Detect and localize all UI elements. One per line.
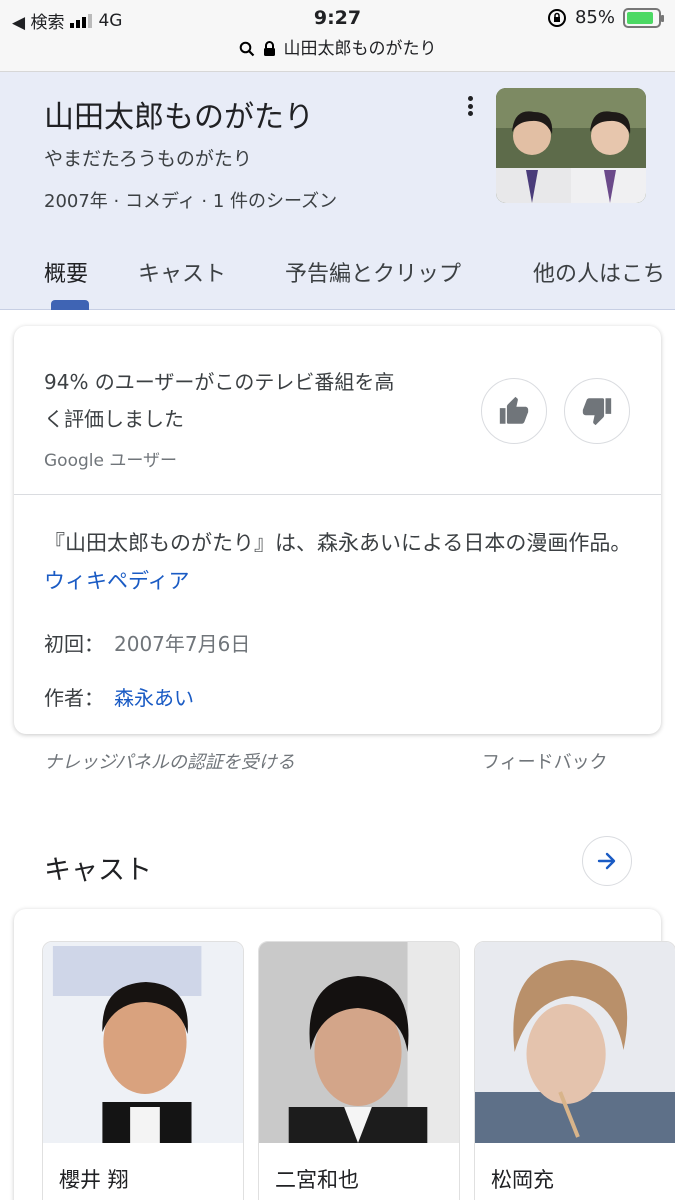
- search-icon: [239, 41, 254, 57]
- thumbs-up-icon: [499, 396, 529, 424]
- cast-photo: [43, 942, 243, 1143]
- cast-section-title: キャスト: [44, 855, 152, 886]
- cast-more-button[interactable]: [582, 836, 632, 886]
- thumbs-up-button[interactable]: [481, 378, 547, 444]
- page-title: 山田太郎ものがたり: [44, 100, 314, 135]
- fact-author: 作者： 森永あい: [44, 682, 194, 711]
- wikipedia-link[interactable]: ウィキペディア: [44, 569, 190, 593]
- cast-photo: [475, 942, 675, 1143]
- cast-member[interactable]: 櫻井 翔: [42, 941, 244, 1200]
- rating-source: Google ユーザー: [44, 451, 178, 471]
- tab-overview[interactable]: 概要: [44, 256, 88, 288]
- author-link[interactable]: 森永あい: [114, 686, 194, 710]
- card-divider: [14, 494, 661, 495]
- tab-people-also-search[interactable]: 他の人はこち: [533, 256, 665, 288]
- tab-cast[interactable]: キャスト: [138, 256, 226, 288]
- overview-card: 94% のユーザーがこのテレビ番組を高く評価しました Google ユーザー 『…: [14, 326, 661, 734]
- fact-label: 作者：: [44, 686, 104, 710]
- feedback-link[interactable]: フィードバック: [482, 748, 608, 778]
- fact-premiere: 初回： 2007年7月6日: [44, 628, 250, 657]
- tab-trailers-clips[interactable]: 予告編とクリップ: [285, 256, 461, 288]
- more-options-icon[interactable]: [458, 94, 482, 118]
- status-bar: ◀ 検索 4G 9:27 85%: [0, 0, 675, 36]
- url-bar[interactable]: 山田太郎ものがたり: [0, 36, 675, 72]
- claim-panel-link[interactable]: ナレッジパネルの認証を受ける: [44, 748, 344, 778]
- cast-name: 櫻井 翔: [59, 1168, 129, 1192]
- cast-name: 二宮和也: [275, 1168, 359, 1192]
- cast-photo: [259, 942, 459, 1143]
- cast-name: 松岡充: [491, 1168, 554, 1192]
- knowledge-panel-header: 山田太郎ものがたり やまだたろうものがたり 2007年 · コメディ · 1 件…: [0, 72, 675, 310]
- lock-icon: [263, 41, 275, 56]
- tab-bar: 概要 キャスト 予告編とクリップ 他の人はこち: [0, 252, 675, 310]
- show-description: 『山田太郎ものがたり』は、森永あいによる日本の漫画作品。 ウィキペディア: [44, 524, 634, 600]
- fact-label: 初回：: [44, 632, 104, 656]
- cast-member[interactable]: 松岡充: [474, 941, 675, 1200]
- audience-rating: 94% のユーザーがこのテレビ番組を高く評価しました: [44, 370, 395, 431]
- thumbs-down-button[interactable]: [564, 378, 630, 444]
- title-reading: やまだたろうものがたり: [44, 148, 252, 170]
- thumbs-down-icon: [582, 398, 612, 426]
- url-text: 山田太郎ものがたり: [283, 39, 437, 59]
- show-meta: 2007年 · コメディ · 1 件のシーズン: [44, 191, 338, 212]
- battery-percent: 85%: [574, 7, 615, 28]
- active-tab-indicator: [51, 300, 89, 310]
- rotation-lock-icon: [547, 8, 566, 27]
- description-text: 『山田太郎ものがたり』は、森永あいによる日本の漫画作品。: [44, 531, 632, 555]
- battery-icon: [623, 7, 664, 28]
- cast-member[interactable]: 二宮和也: [258, 941, 460, 1200]
- arrow-right-icon: [597, 852, 616, 870]
- show-thumbnail[interactable]: [496, 88, 646, 203]
- fact-value: 2007年7月6日: [114, 632, 251, 656]
